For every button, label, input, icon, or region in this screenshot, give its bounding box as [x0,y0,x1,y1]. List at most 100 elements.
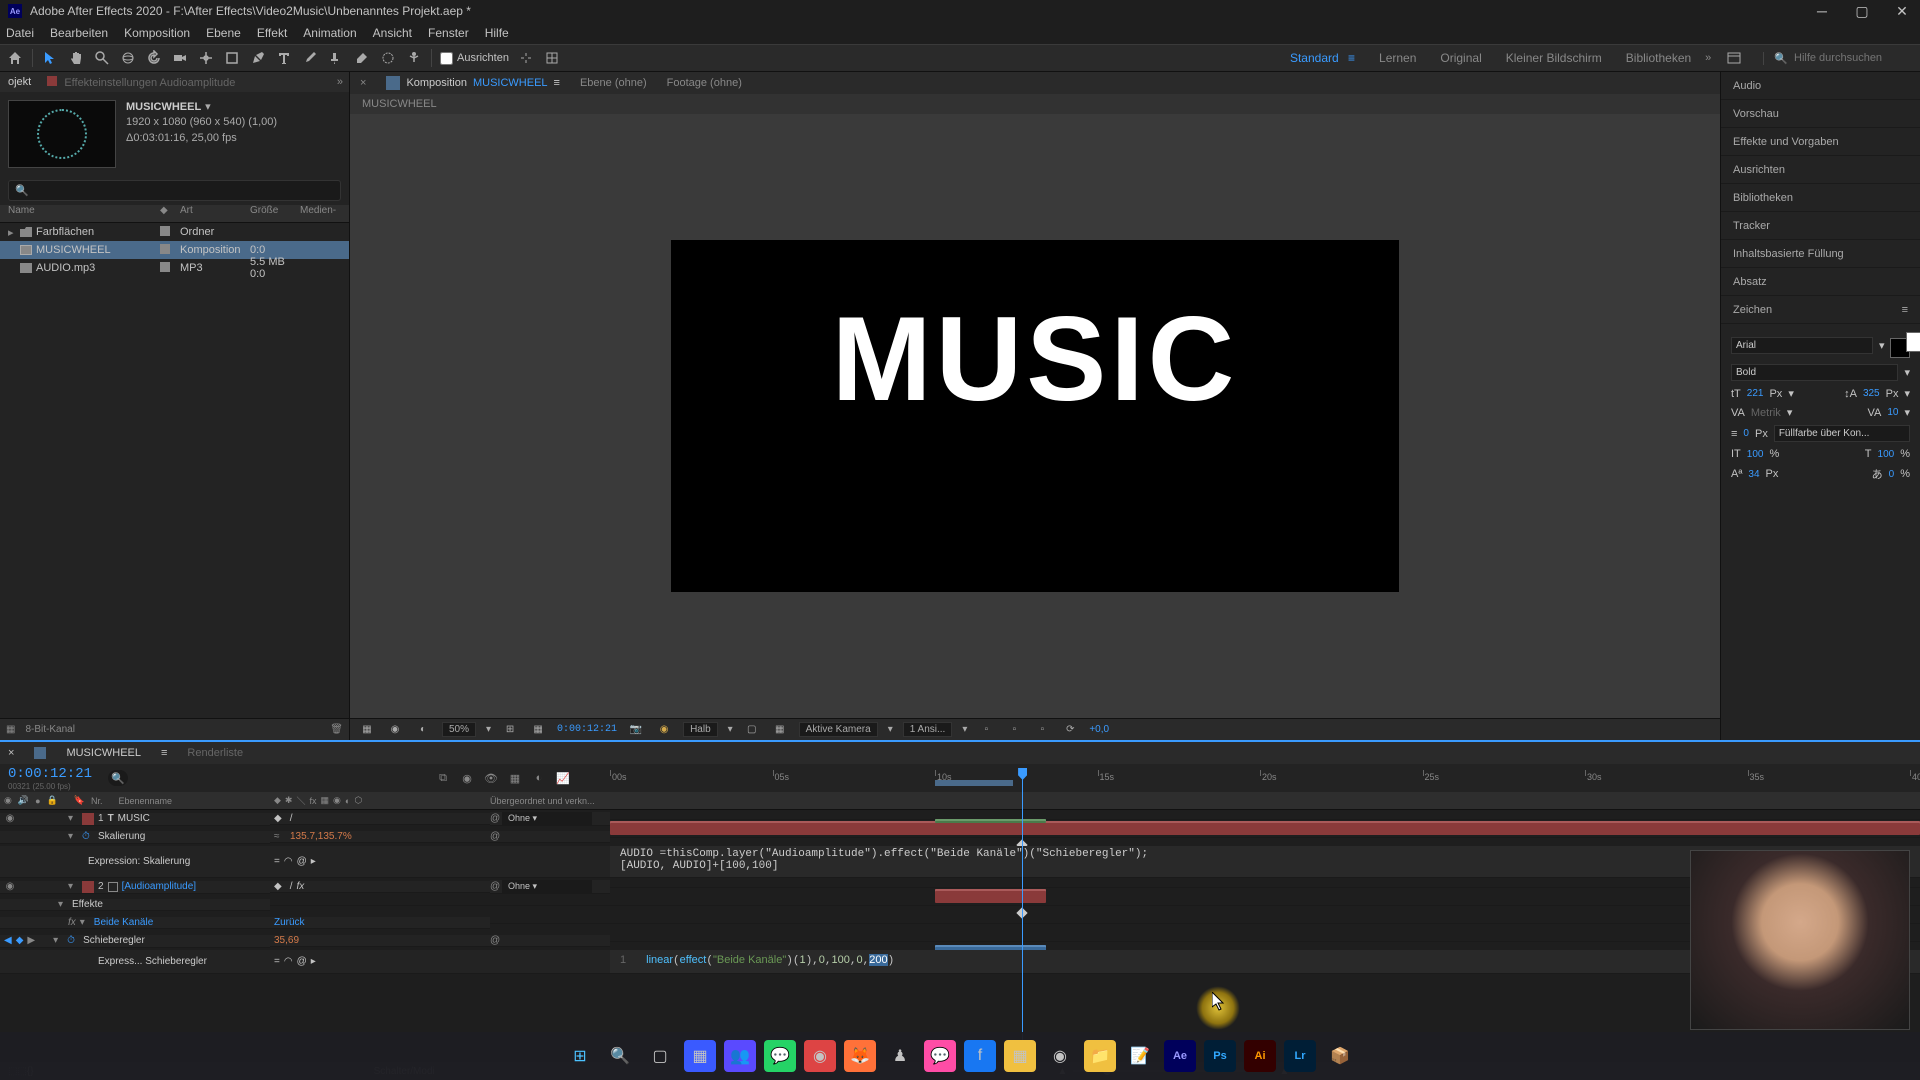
maximize-button[interactable]: ▢ [1852,3,1872,20]
tb-teams-icon[interactable]: 👥 [724,1040,756,1072]
menu-fenster[interactable]: Fenster [428,26,469,40]
vf-3d-icon[interactable]: ▫ [977,721,995,739]
snap-grid-icon[interactable] [543,49,561,67]
audio-column-icon[interactable]: 🔊 [18,795,29,806]
pickwhip-icon[interactable]: @ [490,935,502,946]
snap-checkbox[interactable]: Ausrichten [440,52,509,65]
eraser-tool-icon[interactable] [353,49,371,67]
layer-color[interactable] [82,813,94,825]
tab-layer[interactable]: Ebene (ohne) [570,77,657,89]
vf-draft-icon[interactable]: ▫ [1033,721,1051,739]
vf-color-icon[interactable]: ◉ [655,721,673,739]
layer-color[interactable] [82,881,94,893]
expr-pickwhip-icon[interactable]: @ [297,956,307,967]
timeline-tab[interactable]: MUSICWHEEL [66,747,141,759]
hand-tool-icon[interactable] [67,49,85,67]
tb-messenger-icon[interactable]: 💬 [924,1040,956,1072]
tb-notepad-icon[interactable]: 📝 [1124,1040,1156,1072]
col-media[interactable]: Medien- [300,205,349,222]
stroke-width-value[interactable]: 0 [1743,428,1749,439]
interpret-icon[interactable]: ▦ [6,724,15,735]
menu-bearbeiten[interactable]: Bearbeiten [50,26,108,40]
tb-facebook-icon[interactable]: f [964,1040,996,1072]
trash-icon[interactable]: 🗑 [330,724,343,735]
workspace-bibliotheken[interactable]: Bibliotheken [1626,51,1691,65]
video-toggle[interactable]: ◉ [4,881,16,892]
panel-menu-icon[interactable]: ≡ [1902,304,1908,316]
project-item[interactable]: ▸FarbflächenOrdner [0,223,349,241]
tracking-value[interactable]: 10 [1887,407,1898,418]
breadcrumb[interactable]: MUSICWHEEL [350,94,1720,114]
stroke-type-dropdown[interactable]: Füllfarbe über Kon... [1774,425,1910,442]
close-tab-icon[interactable]: × [350,77,376,89]
layer-name[interactable]: [Audioamplitude] [122,881,197,892]
draft3d-icon[interactable]: ◉ [458,769,476,787]
pickwhip-icon[interactable]: @ [490,813,502,824]
vf-channel-icon[interactable]: ◉ [386,721,404,739]
clone-tool-icon[interactable] [327,49,345,67]
renderlist-tab[interactable]: Renderliste [187,747,243,759]
workspace-lernen[interactable]: Lernen [1379,51,1416,65]
panel-bibliotheken[interactable]: Bibliotheken [1721,184,1920,212]
vf-res-icon[interactable]: ⊞ [501,721,519,739]
prop-name[interactable]: Skalierung [98,831,145,842]
close-button[interactable]: ✕ [1892,3,1912,20]
tb-firefox-icon[interactable]: 🦊 [844,1040,876,1072]
tb-search-icon[interactable]: 🔍 [604,1040,636,1072]
views-dropdown[interactable]: 1 Ansi... [903,722,953,737]
panel-inhaltsbasierte-füllung[interactable]: Inhaltsbasierte Füllung [1721,240,1920,268]
vf-roi-icon[interactable]: ▢ [743,721,761,739]
twirl-icon[interactable]: ▾ [68,831,78,842]
layer-bar[interactable] [935,889,1046,903]
expr-pickwhip-icon[interactable]: @ [297,856,307,867]
expression-text[interactable]: AUDIO =thisComp.layer("Audioamplitude").… [620,848,1148,872]
bit-depth-button[interactable]: 8-Bit-Kanal [25,724,74,735]
zoom-dropdown[interactable]: 50% [442,722,476,737]
puppet-tool-icon[interactable] [405,49,423,67]
workspace-original[interactable]: Original [1440,51,1481,65]
comp-mini-flow-icon[interactable]: ⧉ [434,769,452,787]
menu-animation[interactable]: Animation [303,26,356,40]
shape-tool-icon[interactable] [223,49,241,67]
graph-icon[interactable]: 📈 [554,769,572,787]
workspace-reset-icon[interactable] [1725,49,1743,67]
menu-datei[interactable]: Datei [6,26,34,40]
prev-kf-icon[interactable]: ◀ [4,935,12,946]
current-time-indicator[interactable] [1022,770,1023,1070]
viewer-timecode[interactable]: 0:00:12:21 [557,724,617,735]
snap-options-icon[interactable] [517,49,535,67]
tab-composition[interactable]: Komposition MUSICWHEEL ≡ [376,76,570,90]
shy-icon[interactable]: 👁 [482,769,500,787]
col-name[interactable]: Name [0,205,160,222]
col-art[interactable]: Art [180,205,250,222]
effects-label[interactable]: Effekte [72,899,103,910]
tab-project[interactable]: ojekt [0,76,39,88]
leading-value[interactable]: 325 [1863,388,1880,399]
text-tool-icon[interactable] [275,49,293,67]
composition-viewer[interactable]: MUSIC [350,114,1720,718]
prop-value[interactable]: 135.7,135.7% [290,831,352,842]
col-size[interactable]: Größe [250,205,300,222]
panel-audio[interactable]: Audio [1721,72,1920,100]
panel-tracker[interactable]: Tracker [1721,212,1920,240]
project-item[interactable]: AUDIO.mp3MP35.5 MB 0:0 [0,259,349,277]
exposure-value[interactable]: +0,0 [1089,724,1109,735]
twirl-icon[interactable]: ▾ [53,935,63,946]
hscale-value[interactable]: 100 [1878,449,1895,460]
col-tag[interactable]: ◆ [160,205,180,222]
expr-graph-icon[interactable]: ◠ [284,956,293,967]
tb-explorer-icon[interactable]: 📁 [1084,1040,1116,1072]
home-icon[interactable] [6,49,24,67]
tb-ae-icon[interactable]: Ae [1164,1040,1196,1072]
camera-tool-icon[interactable] [171,49,189,67]
tb-obs-icon[interactable]: ◉ [1044,1040,1076,1072]
rotate-tool-icon[interactable] [145,49,163,67]
font-size-value[interactable]: 221 [1747,388,1764,399]
workspace-overflow-icon[interactable]: » [1699,52,1717,64]
tb-start-icon[interactable]: ⊞ [564,1040,596,1072]
tb-app5-icon[interactable]: 📦 [1324,1040,1356,1072]
pickwhip-icon[interactable]: @ [490,831,502,842]
panel-vorschau[interactable]: Vorschau [1721,100,1920,128]
tb-lr-icon[interactable]: Lr [1284,1040,1316,1072]
tsume-value[interactable]: 0 [1889,469,1895,480]
